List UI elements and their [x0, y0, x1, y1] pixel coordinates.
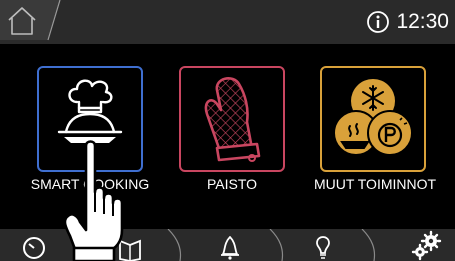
- settings-icon[interactable]: [407, 229, 447, 261]
- lightbulb-icon[interactable]: [303, 229, 343, 261]
- bell-icon[interactable]: [210, 229, 250, 261]
- muut-toiminnot-label: MUUT TOIMINNOT: [313, 176, 437, 192]
- oven-mitt-icon: [204, 77, 261, 162]
- info-icon[interactable]: [366, 10, 390, 34]
- paisto-tile[interactable]: [179, 66, 285, 172]
- timer-icon[interactable]: [14, 229, 54, 261]
- home-tab[interactable]: [0, 0, 66, 44]
- status-bar: 12:30: [0, 0, 455, 44]
- oven-control-screen: 12:30 SMART COOKING PAISTO MUUT TOIMINNO…: [0, 0, 455, 261]
- paisto-label: PAISTO: [206, 176, 258, 192]
- status-right: 12:30: [366, 8, 449, 36]
- muut-toiminnot-tile[interactable]: [320, 66, 426, 172]
- pointing-hand-icon: [64, 140, 124, 261]
- clock-time: 12:30: [396, 10, 449, 33]
- other-functions-icon: [333, 79, 413, 156]
